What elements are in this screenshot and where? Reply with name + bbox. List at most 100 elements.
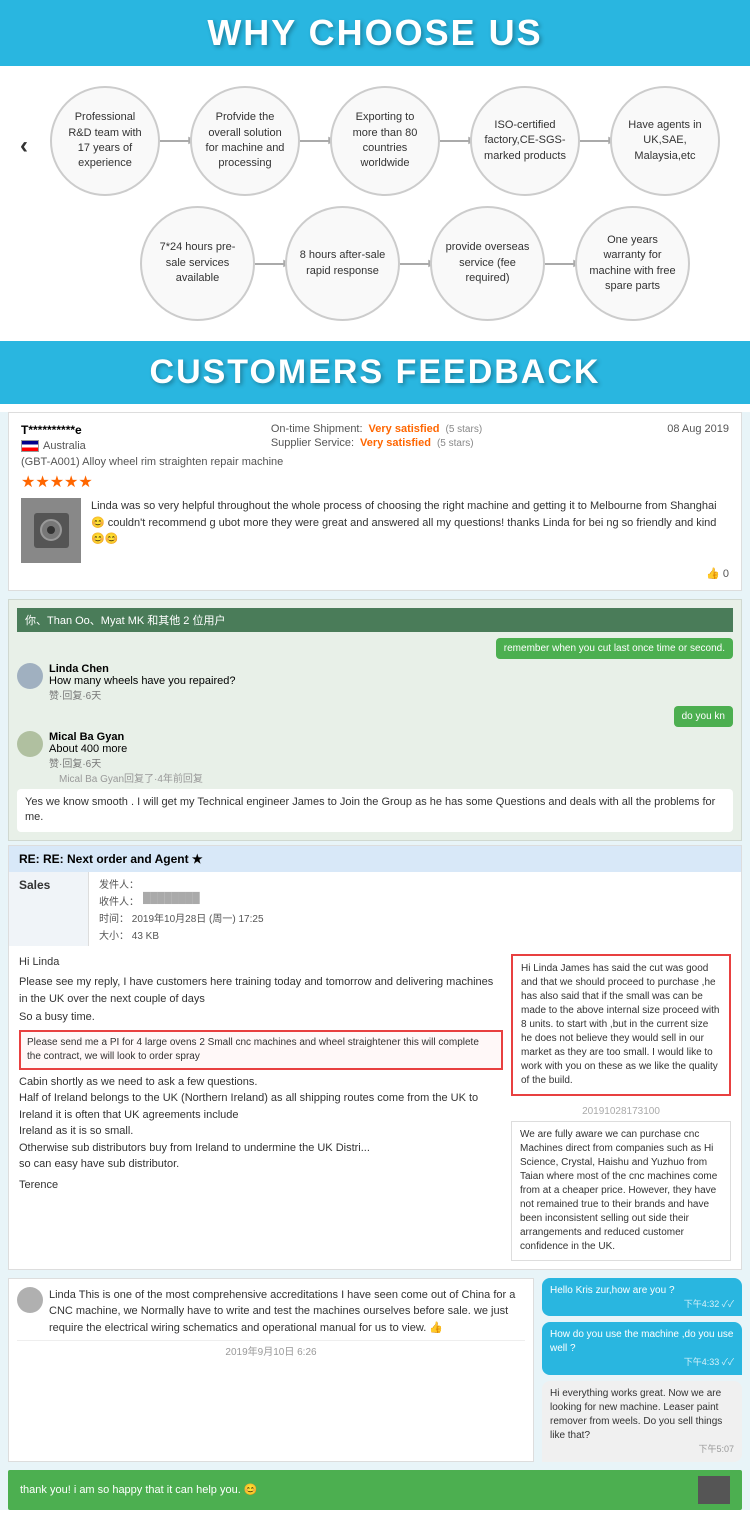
feature-aftersale: 8 hours after-sale rapid response: [285, 206, 400, 321]
arrow-connector-1: [160, 140, 190, 142]
on-time-label: On-time Shipment:: [271, 423, 363, 435]
review-text: Linda was so very helpful throughout the…: [91, 498, 729, 563]
email-greeting: Hi Linda: [19, 954, 503, 971]
email-from-row: 发件人：: [99, 876, 731, 891]
customers-feedback-title: CUSTOMERS FEEDBACK: [0, 353, 750, 392]
chat-meta-1: 赞·回复·6天: [49, 687, 236, 702]
arrow-connector-6: [400, 263, 430, 265]
bottom-avatar: [17, 1287, 43, 1313]
review-footer: 👍 0: [21, 567, 729, 580]
bottom-left-text: Linda This is one of the most comprehens…: [49, 1287, 525, 1337]
arrow-connector-2: [300, 140, 330, 142]
chat-meta-2: 赞·回复·6天: [49, 755, 203, 770]
email-body: Hi Linda Please see my reply, I have cus…: [9, 946, 741, 1269]
email-body2: So a busy time.: [19, 1009, 503, 1026]
supplier-value: Very satisfied: [360, 437, 431, 449]
chat-message-1: How many wheels have you repaired?: [49, 675, 236, 687]
chat-sender-2: Mical Ba Gyan: [49, 731, 203, 743]
email-subject: RE: RE: Next order and Agent ★: [19, 852, 203, 866]
on-time-stars: (5 stars): [445, 424, 482, 435]
country-badge: Australia: [21, 440, 86, 452]
feature-circle-warranty: One years warranty for machine with free…: [575, 206, 690, 321]
country-name: Australia: [43, 440, 86, 452]
review-card: T**********e Australia On-time Shipment:…: [8, 412, 742, 591]
email-header: RE: RE: Next order and Agent ★: [9, 846, 741, 872]
bottom-chat-section: Linda This is one of the most comprehens…: [8, 1278, 742, 1462]
email-section: RE: RE: Next order and Agent ★ Sales 发件人…: [8, 845, 742, 1270]
feature-exporting: Exporting to more than 80 countries worl…: [330, 86, 440, 196]
feature-warranty: One years warranty for machine with free…: [575, 206, 690, 321]
email-size-row: 大小： 43 KB: [99, 927, 731, 942]
email-right-panel: Hi Linda James has said the cut was good…: [511, 954, 731, 1261]
bubble-time-3: 下午5:07: [550, 1443, 734, 1456]
email-signature: Terence: [19, 1177, 503, 1194]
feature-circle-overseas: provide overseas service (fee required): [430, 206, 545, 321]
arrow-connector-3: [440, 140, 470, 142]
chat-avatar-linda: [17, 663, 43, 689]
features-section: ‹ Professional R&D team with 17 years of…: [0, 66, 750, 341]
supplier-label: Supplier Service:: [271, 437, 354, 449]
bubble-left-1: Hi everything works great. Now we are lo…: [542, 1381, 742, 1462]
chat-reply-meta: Mical Ba Gyan回复了·4年前回复: [59, 770, 203, 785]
ratings-col: On-time Shipment: Very satisfied (5 star…: [271, 423, 482, 452]
email-body1: Please see my reply, I have customers he…: [19, 974, 503, 1007]
email-body5: Ireland as it is so small.: [19, 1123, 503, 1140]
product-image: [21, 498, 81, 563]
australia-flag: [21, 440, 39, 452]
feature-circle-aftersale: 8 hours after-sale rapid response: [285, 206, 400, 321]
bubble-time-1: 下午4:32 ✓✓: [550, 1298, 734, 1311]
feature-circle-iso: ISO-certified factory,CE-SGS-marked prod…: [470, 86, 580, 196]
arrow-connector-5: [255, 263, 285, 265]
chat-avatar-mical: [17, 731, 43, 757]
arrow-connector-4: [580, 140, 610, 142]
email-main-content: Hi Linda Please see my reply, I have cus…: [19, 954, 503, 1261]
why-choose-us-title: WHY CHOOSE US: [0, 12, 750, 54]
right-bubble-2: do you kn: [674, 706, 733, 727]
divider-timestamp: 20191028173100: [511, 1102, 731, 1121]
email-body3: Cabin shortly as we need to ask a few qu…: [19, 1074, 503, 1091]
supplier-stars: (5 stars): [437, 438, 474, 449]
email-highlighted-right: Hi Linda James has said the cut was good…: [511, 954, 731, 1096]
feature-circle-exporting: Exporting to more than 80 countries worl…: [330, 86, 440, 196]
feature-circle-agents: Have agents in UK,SAE, Malaysia,etc: [610, 86, 720, 196]
feature-circle-rd: Professional R&D team with 17 years of e…: [50, 86, 160, 196]
email-sales-label: Sales: [9, 872, 89, 946]
on-time-value: Very satisfied: [369, 423, 440, 435]
back-arrow-icon[interactable]: ‹: [20, 132, 28, 160]
bottom-datestamp: 2019年9月10日 6:26: [17, 1340, 525, 1360]
customers-feedback-header: CUSTOMERS FEEDBACK: [0, 341, 750, 404]
chat-section-1: 你、Than Oo、Myat MK 和其他 2 位用户 remember whe…: [8, 599, 742, 841]
chat-participants: 你、Than Oo、Myat MK 和其他 2 位用户: [17, 608, 733, 632]
review-product: (GBT-A001) Alloy wheel rim straighten re…: [21, 456, 729, 468]
email-body4: Half of Ireland belongs to the UK (North…: [19, 1090, 503, 1123]
email-body7: so can easy have sub distributor.: [19, 1156, 503, 1173]
chat-message-2: About 400 more: [49, 743, 203, 755]
email-fields: 发件人： 收件人： ████████ 时间： 2019年10月28日 (周一) …: [89, 872, 741, 946]
feature-overall: Profvide the overall solution for machin…: [190, 86, 300, 196]
feature-presale: 7*24 hours pre-sale services available: [140, 206, 255, 321]
email-body6: Otherwise sub distributors buy from Irel…: [19, 1140, 503, 1157]
reviewer-name: T**********e: [21, 423, 86, 437]
arrow-connector-7: [545, 263, 575, 265]
review-body: Linda was so very helpful throughout the…: [21, 498, 729, 563]
review-header: T**********e Australia On-time Shipment:…: [21, 423, 729, 452]
feature-rd-team: Professional R&D team with 17 years of e…: [50, 86, 160, 196]
feature-iso: ISO-certified factory,CE-SGS-marked prod…: [470, 86, 580, 196]
email-highlighted-box: Please send me a PI for 4 large ovens 2 …: [19, 1030, 503, 1070]
bubble-time-2: 下午4:33 ✓✓: [550, 1356, 734, 1369]
feedback-section: T**********e Australia On-time Shipment:…: [0, 412, 750, 1510]
helpful-icon: 👍 0: [706, 567, 729, 580]
green-bubble-text: thank you! i am so happy that it can hel…: [20, 1483, 258, 1496]
tech-message: Yes we know smooth . I will get my Techn…: [17, 789, 733, 832]
review-stars: ★★★★★: [21, 472, 729, 492]
reviewer-info: T**********e Australia: [21, 423, 86, 452]
bottom-left-message: Linda This is one of the most comprehens…: [8, 1278, 534, 1462]
email-message-box2: We are fully aware we can purchase cnc M…: [511, 1121, 731, 1261]
bubble-right-2: How do you use the machine ,do you use w…: [542, 1322, 742, 1375]
feature-circle-overall: Profvide the overall solution for machin…: [190, 86, 300, 196]
supplier-rating: Supplier Service: Very satisfied (5 star…: [271, 437, 482, 449]
email-date-row: 时间： 2019年10月28日 (周一) 17:25: [99, 910, 731, 925]
bubble-right-1: Hello Kris zur,how are you ? 下午4:32 ✓✓: [542, 1278, 742, 1317]
email-to-row: 收件人： ████████: [99, 893, 731, 908]
why-choose-us-header: WHY CHOOSE US: [0, 0, 750, 66]
